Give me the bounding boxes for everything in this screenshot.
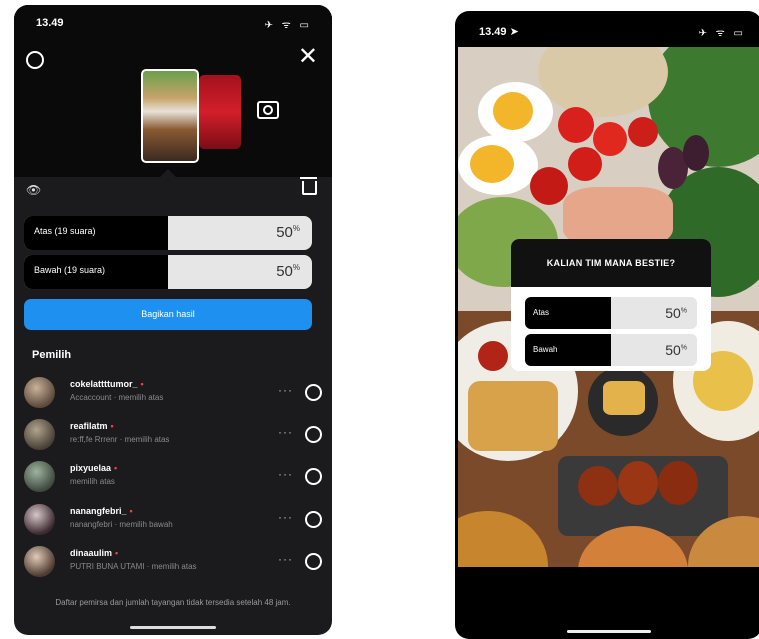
voter-subtitle: nanangfebri · memilih bawah bbox=[70, 520, 173, 529]
results-phone-screen: 13.49 ✈ ᯤ ▭ ✕ 👁 Atas (19 suara) 50% Bawa… bbox=[14, 5, 332, 635]
avatar[interactable] bbox=[24, 419, 55, 450]
avatar[interactable] bbox=[24, 461, 55, 492]
poll-option-percent: 50% bbox=[665, 342, 687, 358]
share-results-button[interactable]: Bagikan hasil bbox=[24, 299, 312, 330]
more-icon[interactable]: ··· bbox=[278, 467, 293, 481]
message-icon[interactable] bbox=[305, 553, 322, 570]
story-thumbnail-selected[interactable] bbox=[141, 69, 199, 163]
voter-list-item[interactable]: nanangfebri_ • nanangfebri · memilih bawa… bbox=[24, 502, 324, 538]
status-time: 13.49 bbox=[36, 17, 64, 29]
message-icon[interactable] bbox=[305, 468, 322, 485]
selection-pointer bbox=[160, 169, 176, 177]
poll-option[interactable]: Bawah 50% bbox=[525, 334, 697, 366]
poll-result-option: Atas (19 suara) 50% bbox=[24, 216, 312, 250]
voter-subtitle: PUTRI BUNA UTAMI · memilih atas bbox=[70, 562, 197, 571]
voter-list-item[interactable]: pixyuelaa • memilih atas ··· bbox=[24, 459, 324, 495]
avatar[interactable] bbox=[24, 504, 55, 535]
story-preview-header: 13.49 ✈ ᯤ ▭ ✕ bbox=[14, 5, 332, 177]
voter-name[interactable]: cokelattttumor_ • bbox=[70, 379, 144, 389]
poll-option-label: Atas (19 suara) bbox=[34, 226, 96, 236]
status-icons: ✈ ᯤ ▭ bbox=[698, 28, 746, 39]
voter-subtitle: re:ff,fe Rrrenr · memilih atas bbox=[70, 435, 170, 444]
avatar[interactable] bbox=[24, 546, 55, 577]
footer-note: Daftar pemirsa dan jumlah tayangan tidak… bbox=[55, 598, 291, 607]
voter-subtitle: memilih atas bbox=[70, 477, 115, 486]
home-indicator bbox=[566, 630, 651, 633]
voter-list-item[interactable]: reafilatm • re:ff,fe Rrrenr · memilih ata… bbox=[24, 417, 324, 453]
poll-question: KALIAN TIM MANA BESTIE? bbox=[511, 239, 711, 287]
poll-option-percent: 50% bbox=[276, 224, 300, 241]
voter-subtitle: Accaccount · memilih atas bbox=[70, 393, 164, 402]
more-icon[interactable]: ··· bbox=[278, 552, 293, 566]
message-icon[interactable] bbox=[305, 511, 322, 528]
poll-option-label: Bawah bbox=[533, 345, 558, 354]
voter-name[interactable]: reafilatm • bbox=[70, 421, 114, 431]
voters-title: Pemilih bbox=[32, 349, 72, 361]
more-icon[interactable]: ··· bbox=[278, 510, 293, 524]
story-phone-screen: 13.49 ➤ ✈ ᯤ ▭ KALIAN TIM MANA BESTIE? At… bbox=[455, 11, 759, 639]
status-time: 13.49 ➤ bbox=[479, 26, 519, 38]
poll-option-label: Bawah (19 suara) bbox=[34, 265, 106, 275]
poll-result-option: Bawah (19 suara) 50% bbox=[24, 255, 312, 289]
avatar[interactable] bbox=[24, 377, 55, 408]
poll-sticker: KALIAN TIM MANA BESTIE? Atas 50% Bawah 5… bbox=[511, 239, 711, 371]
message-icon[interactable] bbox=[305, 384, 322, 401]
poll-option-percent: 50% bbox=[276, 263, 300, 280]
more-icon[interactable]: ··· bbox=[278, 425, 293, 439]
eye-icon: 👁 bbox=[26, 183, 42, 197]
home-indicator bbox=[130, 626, 216, 629]
voter-name[interactable]: nanangfebri_ • bbox=[70, 506, 133, 516]
poll-option-percent: 50% bbox=[665, 305, 687, 321]
poll-option-label: Atas bbox=[533, 308, 550, 317]
status-icons: ✈ ᯤ ▭ bbox=[264, 20, 312, 31]
voter-name[interactable]: pixyuelaa • bbox=[70, 463, 117, 473]
camera-icon[interactable] bbox=[257, 101, 279, 119]
message-icon[interactable] bbox=[305, 426, 322, 443]
voter-list-item[interactable]: dinaaulim • PUTRI BUNA UTAMI · memilih at… bbox=[24, 544, 324, 580]
trash-icon[interactable] bbox=[300, 177, 317, 195]
story-thumbnail[interactable] bbox=[199, 75, 241, 149]
more-icon[interactable]: ··· bbox=[278, 383, 293, 397]
settings-icon[interactable] bbox=[26, 51, 44, 69]
close-icon[interactable]: ✕ bbox=[298, 45, 318, 69]
poll-option[interactable]: Atas 50% bbox=[525, 297, 697, 329]
voter-list-item[interactable]: cokelattttumor_ • Accaccount · memilih at… bbox=[24, 375, 324, 411]
voter-name[interactable]: dinaaulim • bbox=[70, 548, 118, 558]
